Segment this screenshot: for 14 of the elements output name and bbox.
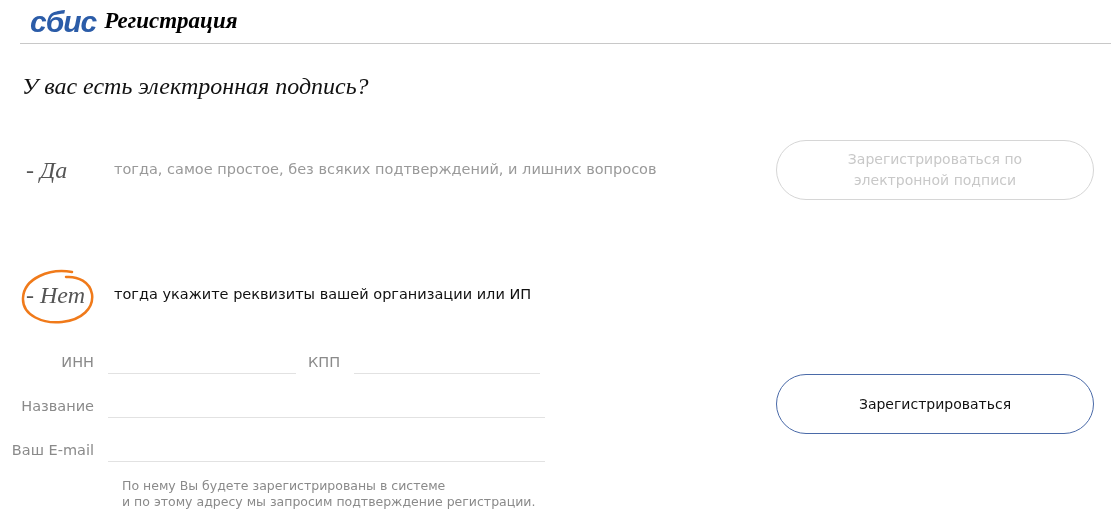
page-title: Регистрация — [104, 7, 238, 36]
hint-text: По нему Вы будете зарегистрированы в системе — [122, 478, 447, 494]
option-label[interactable]: - Нет — [26, 277, 85, 313]
field-label: КПП — [307, 353, 342, 373]
option-description: тогда, самое простое, без всяких подтверждений, и лишних вопросов — [114, 160, 657, 180]
register-button[interactable]: Зарегистрироваться — [776, 374, 1094, 434]
question-text: У вас есть электронная подпись? — [22, 72, 370, 101]
option-description: тогда укажите реквизиты вашей организации или ИП — [114, 285, 532, 305]
field-label: Ваш E-mail — [10, 441, 95, 461]
field-label: ИНН — [60, 353, 95, 373]
field-label: Название — [20, 397, 95, 417]
logo: сбис — [30, 6, 97, 37]
option-label[interactable]: - Да — [26, 152, 68, 188]
hint-text: и по этому адресу мы запросим подтверждение регистрации. — [122, 494, 537, 510]
